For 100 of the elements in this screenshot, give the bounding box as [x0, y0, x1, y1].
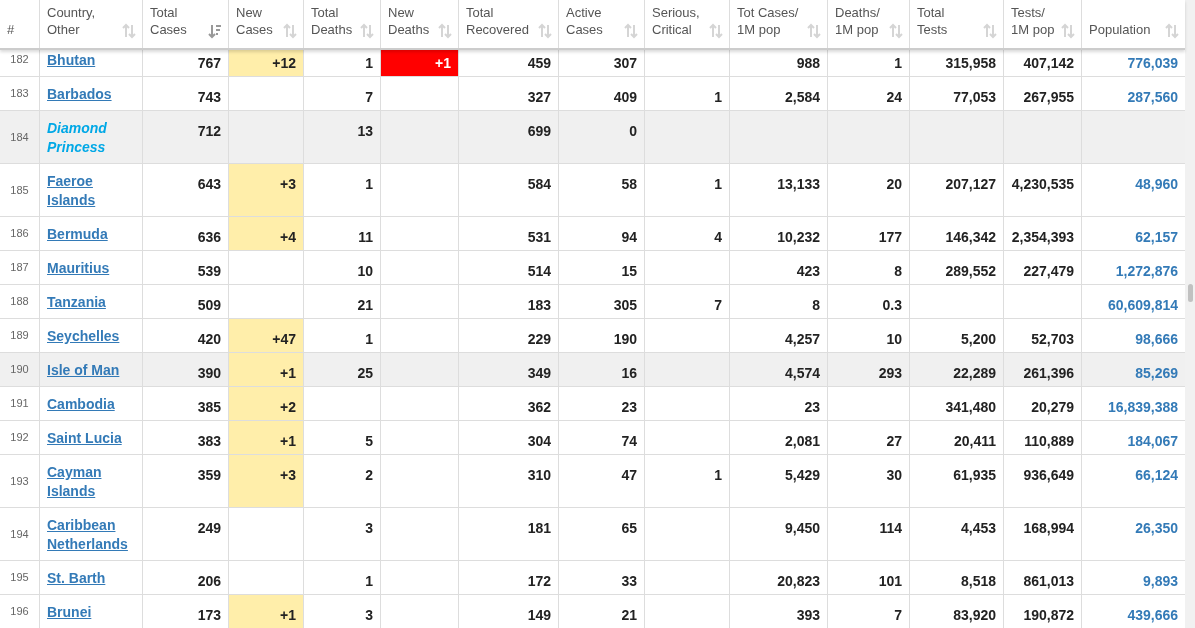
table-cell: 289,552 [945, 263, 996, 279]
column-header[interactable]: New Deaths [381, 0, 459, 48]
table-cell: 5,200 [960, 331, 996, 347]
table-cell: 183 [527, 297, 551, 313]
table-cell: 20,823 [777, 573, 820, 589]
country-link[interactable]: Bermuda [47, 225, 108, 244]
table-cell: 190 [613, 331, 637, 347]
column-header[interactable]: Deaths/ 1M pop [828, 0, 910, 48]
country-link[interactable]: Caribbean Netherlands [47, 516, 135, 554]
table-cell: 1 [714, 89, 722, 105]
country-link[interactable]: Tanzania [47, 293, 106, 312]
table-cell: 1 [365, 573, 373, 589]
table-cell: 3 [365, 520, 373, 536]
table-cell: 20,411 [953, 433, 996, 449]
column-header[interactable]: Total Recovered [459, 0, 559, 48]
table-cell: 47 [621, 467, 637, 483]
table-cell: 114 [879, 520, 902, 536]
table-cell: 13 [357, 123, 373, 139]
table-cell: 74 [621, 433, 637, 449]
country-link[interactable]: Brunei [47, 603, 92, 622]
country-link[interactable]: Cambodia [47, 395, 115, 414]
column-header[interactable]: New Cases [229, 0, 304, 48]
table-cell: 439,666 [1127, 607, 1178, 623]
table-cell: 66,124 [1135, 467, 1178, 483]
table-cell: 8 [894, 263, 902, 279]
table-cell: 23 [804, 399, 820, 415]
column-header[interactable]: Total Tests [910, 0, 1004, 48]
table-cell: 4,574 [784, 365, 820, 381]
country-link[interactable]: Cayman Islands [47, 463, 135, 501]
column-header[interactable]: Total Deaths [304, 0, 381, 48]
table-cell: 172 [527, 573, 551, 589]
table-cell: 267,955 [1023, 89, 1074, 105]
table-cell: 227,479 [1023, 263, 1074, 279]
table-cell: 94 [621, 229, 637, 245]
table-cell: 307 [613, 55, 637, 71]
new-deaths-value: +1 [435, 55, 451, 71]
table-cell: 531 [527, 229, 551, 245]
table-cell: 393 [796, 607, 820, 623]
country-link[interactable]: Isle of Man [47, 361, 120, 380]
table-cell: 21 [357, 297, 373, 313]
column-header[interactable]: Serious, Critical [645, 0, 730, 48]
table-cell: 249 [197, 520, 221, 536]
table-cell: 8,518 [960, 573, 996, 589]
table-cell: 287,560 [1127, 89, 1178, 105]
table-cell: 2,081 [784, 433, 820, 449]
table-cell: 767 [197, 55, 221, 71]
table-cell: 184,067 [1127, 433, 1178, 449]
table-cell: 62,157 [1135, 229, 1178, 245]
row-number: 183 [0, 77, 40, 110]
row-number: 192 [0, 421, 40, 454]
country-link[interactable]: Barbados [47, 85, 112, 104]
table-cell: 10 [357, 263, 373, 279]
table-cell: 26,350 [1135, 520, 1178, 536]
row-number: 190 [0, 353, 40, 386]
column-header[interactable]: Active Cases [559, 0, 645, 48]
new-cases-value: +4 [280, 229, 296, 245]
row-number: 182 [0, 50, 40, 76]
column-header[interactable]: Tests/ 1M pop [1004, 0, 1082, 48]
country-link[interactable]: St. Barth [47, 569, 106, 588]
table-cell: 327 [527, 89, 551, 105]
row-number: 185 [0, 164, 40, 216]
column-header[interactable]: Population [1082, 0, 1185, 48]
table-cell: 207,127 [945, 176, 996, 192]
table-cell: 699 [527, 123, 551, 139]
table-cell: 5,429 [784, 467, 820, 483]
row-number: 193 [0, 455, 40, 507]
table-cell: 190,872 [1023, 607, 1074, 623]
country-link[interactable]: Bhutan [47, 51, 96, 70]
country-link[interactable]: Saint Lucia [47, 429, 122, 448]
table-cell: 1 [365, 331, 373, 347]
table-cell: 20,279 [1031, 399, 1074, 415]
country-link[interactable]: Mauritius [47, 259, 110, 278]
scrollbar-thumb[interactable] [1188, 284, 1193, 302]
table-cell: 58 [621, 176, 637, 192]
table-cell: 390 [197, 365, 221, 381]
table-cell: 409 [613, 89, 637, 105]
row-number: 194 [0, 508, 40, 560]
table-cell: 85,269 [1135, 365, 1178, 381]
new-cases-value: +2 [280, 399, 296, 415]
country-link[interactable]: Faeroe Islands [47, 172, 135, 210]
table-cell: 423 [796, 263, 820, 279]
table-cell: 24 [886, 89, 902, 105]
table-cell: 98,666 [1135, 331, 1178, 347]
table-cell: 261,396 [1023, 365, 1074, 381]
scrollbar[interactable] [1185, 0, 1195, 628]
row-number: 191 [0, 387, 40, 420]
table-cell: 48,960 [1135, 176, 1178, 192]
table-cell: 22,289 [953, 365, 996, 381]
column-header[interactable]: Country, Other [40, 0, 143, 48]
table-cell: 52,703 [1031, 331, 1074, 347]
column-header[interactable]: Tot Cases/ 1M pop [730, 0, 828, 48]
new-cases-value: +1 [280, 607, 296, 623]
new-cases-value: +1 [280, 433, 296, 449]
column-header[interactable]: Total Cases [143, 0, 229, 48]
table-cell: 5 [365, 433, 373, 449]
table-cell: 65 [621, 520, 637, 536]
table-cell: 4 [714, 229, 722, 245]
table-cell: 7 [714, 297, 722, 313]
table-cell: 293 [878, 365, 902, 381]
country-link[interactable]: Seychelles [47, 327, 120, 346]
